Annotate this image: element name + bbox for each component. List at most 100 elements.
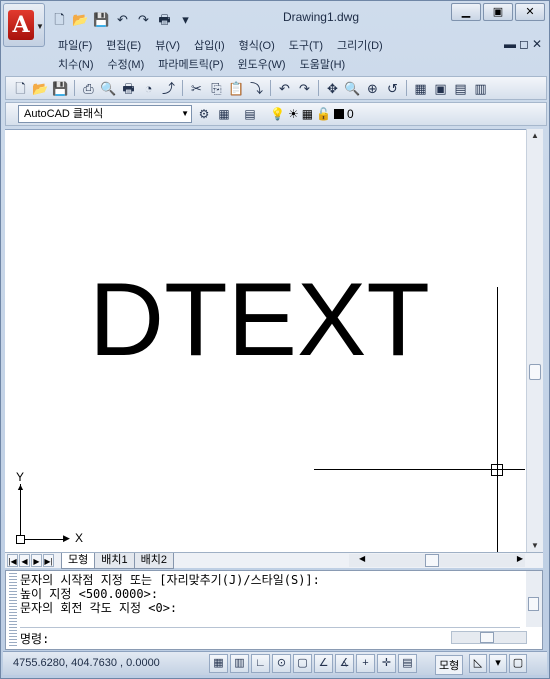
- open-icon[interactable]: 📂: [32, 80, 49, 97]
- layout-tabs-row: |◀ ◀ ▶ ▶| 모형 배치1 배치2 ◀ ▶: [5, 552, 543, 569]
- redo-icon[interactable]: ↷: [296, 80, 313, 97]
- plot-icon[interactable]: ⎙: [80, 80, 97, 97]
- undo-icon[interactable]: ↶: [276, 80, 293, 97]
- command-history-scrollbar[interactable]: [526, 571, 542, 627]
- new-file-icon[interactable]: 🗋: [51, 11, 68, 28]
- previous-tab-icon[interactable]: ◀: [19, 554, 30, 567]
- layer-unlock-icon: 🔓: [316, 107, 332, 121]
- menu-format[interactable]: 형식(O): [232, 37, 282, 55]
- match-properties-icon[interactable]: ⤵: [248, 80, 265, 97]
- tool-palettes-icon[interactable]: ▤: [452, 80, 469, 97]
- scroll-right-icon[interactable]: ▶: [517, 554, 523, 563]
- zoom-window-icon[interactable]: ⊕: [364, 80, 381, 97]
- menu-file[interactable]: 파일(F): [51, 37, 99, 55]
- grid-display-icon[interactable]: ▥: [230, 654, 249, 673]
- menu-edit[interactable]: 편집(E): [99, 37, 148, 55]
- save-icon[interactable]: 💾: [93, 11, 110, 28]
- object-snap-icon[interactable]: ▢: [293, 654, 312, 673]
- qnew-icon[interactable]: 🗋: [12, 80, 29, 97]
- first-tab-icon[interactable]: |◀: [7, 554, 18, 567]
- status-menu-icon[interactable]: ▾: [489, 654, 507, 673]
- workspace-toggle-icon[interactable]: ▦: [216, 107, 232, 121]
- command-prompt[interactable]: 명령:: [20, 632, 49, 646]
- command-history-line: 문자의 시작점 지정 또는 [자리맞추기(J)/스타일(S)]:: [20, 573, 320, 587]
- command-line-grip[interactable]: [9, 573, 17, 647]
- menu-draw[interactable]: 그리기(D): [330, 37, 390, 55]
- command-hscroll-thumb[interactable]: [480, 632, 494, 643]
- quick-properties-icon[interactable]: ▤: [398, 654, 417, 673]
- sheet-set-icon[interactable]: ⤴: [160, 80, 177, 97]
- layer-properties-icon[interactable]: ▤: [242, 107, 258, 121]
- plot-icon[interactable]: 🖶: [156, 11, 173, 28]
- layout-tabs: 모형 배치1 배치2: [61, 553, 174, 569]
- drafting-toggles: ▦ ▥ ∟ ⊙ ▢ ∠ ∡ + ✛ ▤: [209, 654, 417, 673]
- clean-screen-icon[interactable]: ▢: [509, 654, 527, 673]
- standard-toolbar: 🗋 📂 💾 ⎙ 🔍 🖶 ◔ ⤴ ✂ ⎘ 📋 ⤵ ↶ ↷ ✥ 🔍 ⊕ ↺ ▦ ▣: [5, 76, 547, 100]
- lineweight-icon[interactable]: ✛: [377, 654, 396, 673]
- tab-model[interactable]: 모형: [61, 553, 96, 569]
- open-file-icon[interactable]: 📂: [72, 11, 89, 28]
- annotation-scale-icon[interactable]: ◺: [469, 654, 487, 673]
- menu-insert[interactable]: 삽입(I): [187, 37, 232, 55]
- document-window-controls[interactable]: ▬◻✕: [504, 37, 545, 51]
- tab-layout1[interactable]: 배치1: [94, 553, 135, 569]
- layer-control[interactable]: 💡 ☀ ▦ 🔓 0: [270, 107, 354, 121]
- layer-color-swatch: [334, 109, 345, 119]
- command-line-window: 문자의 시작점 지정 또는 [자리맞추기(J)/스타일(S)]: 높이 지정 <…: [5, 570, 543, 650]
- paste-icon[interactable]: 📋: [228, 80, 245, 97]
- menu-window[interactable]: 윈도우(W): [231, 56, 293, 74]
- cut-icon[interactable]: ✂: [188, 80, 205, 97]
- pan-icon[interactable]: ✥: [324, 80, 341, 97]
- scroll-left-icon[interactable]: ◀: [359, 554, 365, 563]
- menu-view[interactable]: 뷰(V): [148, 37, 187, 55]
- dynamic-input-icon[interactable]: +: [356, 654, 375, 673]
- workspace-select[interactable]: AutoCAD 클래식 ▼: [18, 105, 192, 123]
- undo-icon[interactable]: ↶: [114, 11, 131, 28]
- command-scroll-thumb[interactable]: [528, 597, 539, 611]
- coordinate-readout[interactable]: 4755.6280, 404.7630 , 0.0000: [13, 657, 160, 669]
- object-snap-tracking-icon[interactable]: ∠: [314, 654, 333, 673]
- vertical-scroll-thumb[interactable]: [529, 364, 541, 380]
- minimize-button[interactable]: ▁: [451, 3, 481, 21]
- properties-icon[interactable]: ▦: [412, 80, 429, 97]
- polar-tracking-icon[interactable]: ⊙: [272, 654, 291, 673]
- menu-tools[interactable]: 도구(T): [282, 37, 330, 55]
- zoom-realtime-icon[interactable]: 🔍: [344, 80, 361, 97]
- design-center-icon[interactable]: ▣: [432, 80, 449, 97]
- workspace-settings-icon[interactable]: ⚙: [196, 107, 212, 121]
- dynamic-ucs-icon[interactable]: ∡: [335, 654, 354, 673]
- model-space-button[interactable]: 모형: [435, 655, 464, 675]
- qat-dropdown-icon[interactable]: ▾: [177, 11, 194, 28]
- ortho-mode-icon[interactable]: ∟: [251, 654, 270, 673]
- vertical-scrollbar[interactable]: ▲ ▼: [526, 129, 543, 552]
- 3d-dwf-icon[interactable]: ◔: [140, 80, 157, 97]
- scroll-up-icon[interactable]: ▲: [531, 131, 539, 140]
- sheet-set-manager-icon[interactable]: ▥: [472, 80, 489, 97]
- snap-mode-icon[interactable]: ▦: [209, 654, 228, 673]
- scroll-down-icon[interactable]: ▼: [531, 541, 539, 550]
- zoom-previous-icon[interactable]: ↺: [384, 80, 401, 97]
- redo-icon[interactable]: ↷: [135, 11, 152, 28]
- workspace-value: AutoCAD 클래식: [24, 108, 104, 120]
- last-tab-icon[interactable]: ▶|: [43, 554, 54, 567]
- drawing-text-object[interactable]: DTEXT: [89, 268, 430, 372]
- close-button[interactable]: ✕: [515, 3, 545, 21]
- publish-icon[interactable]: 🖶: [120, 80, 137, 97]
- menu-parametric[interactable]: 파라메트릭(P): [151, 56, 230, 74]
- save-icon[interactable]: 💾: [52, 80, 69, 97]
- plot-preview-icon[interactable]: 🔍: [100, 80, 117, 97]
- horizontal-scroll-thumb[interactable]: [425, 554, 439, 567]
- command-horizontal-scrollbar[interactable]: [451, 631, 527, 644]
- quick-access-toolbar: 🗋 📂 💾 ↶ ↷ 🖶 ▾: [51, 9, 194, 29]
- menu-dimension[interactable]: 치수(N): [51, 56, 101, 74]
- maximize-button[interactable]: ▣: [483, 3, 513, 21]
- next-tab-icon[interactable]: ▶: [31, 554, 42, 567]
- command-history-line: 문자의 회전 각도 지정 <0>:: [20, 601, 178, 615]
- menu-help[interactable]: 도움말(H): [293, 56, 353, 74]
- copy-icon[interactable]: ⎘: [208, 80, 225, 97]
- horizontal-scrollbar[interactable]: ◀ ▶: [349, 554, 525, 567]
- drawing-area[interactable]: DTEXT Y ▲ ▶ X: [5, 129, 526, 552]
- tab-layout2[interactable]: 배치2: [133, 553, 174, 569]
- application-menu-button[interactable]: A ▼: [3, 3, 45, 47]
- menu-modify[interactable]: 수정(M): [101, 56, 152, 74]
